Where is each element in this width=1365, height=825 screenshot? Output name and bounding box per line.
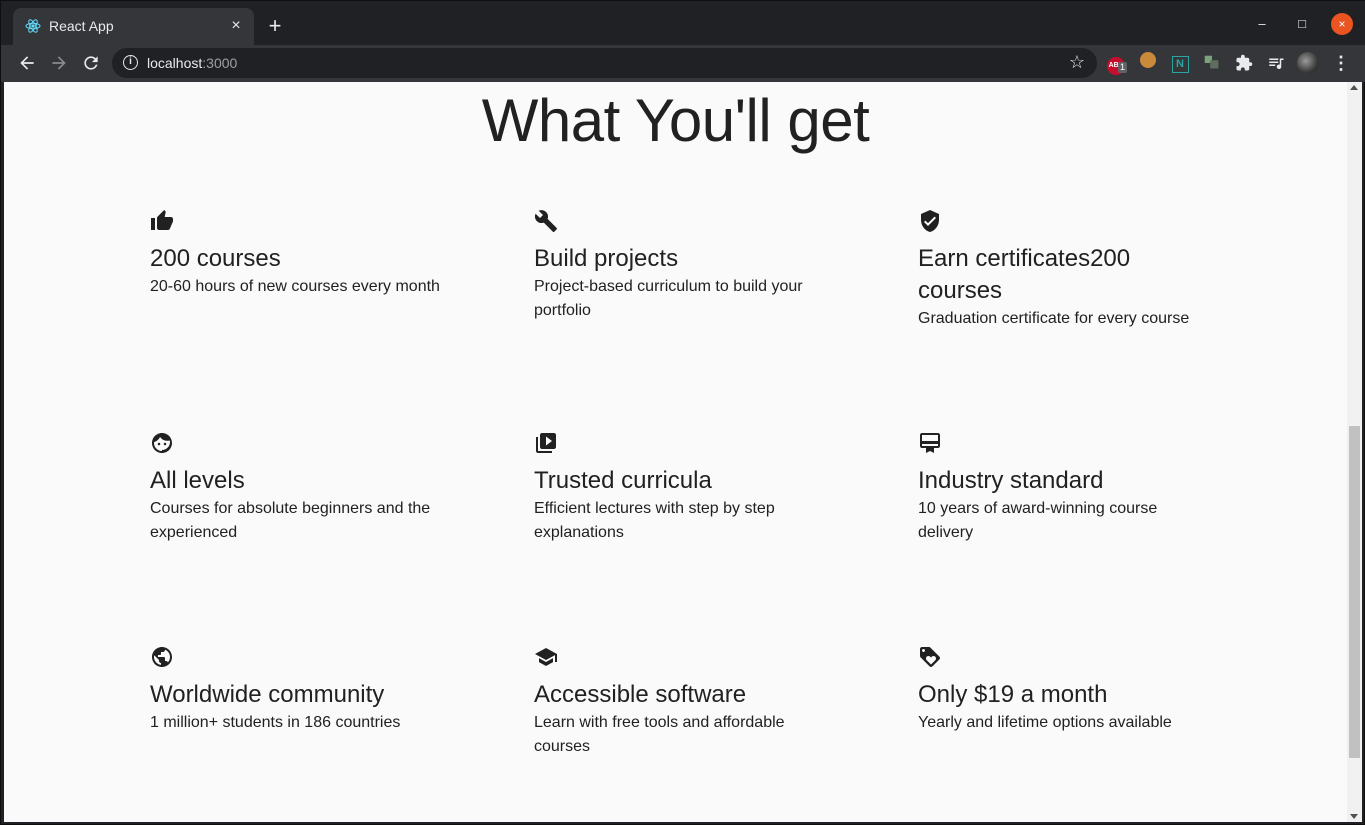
tab-title: React App [49,18,114,34]
feature-title: Earn certificates200 courses [918,245,1131,304]
media-queue-icon[interactable] [1265,52,1287,74]
feature-title: 200 courses [150,245,281,272]
school-icon [534,645,558,669]
feature-description: 10 years of award-winning course deliver… [918,500,1158,541]
n-extension-icon[interactable]: N [1169,52,1191,74]
feature-card: Earn certificates200 courses Graduation … [918,209,1208,331]
video-library-icon [534,431,558,455]
maximize-button[interactable]: □ [1291,13,1313,35]
feature-card: Only $19 a month Yearly and lifetime opt… [918,645,1208,735]
site-info-icon[interactable]: i [123,55,138,70]
adblock-extension-icon[interactable]: ABP 1 [1105,52,1128,75]
feature-card: 200 courses 20-60 hours of new courses e… [150,209,440,299]
profile-avatar[interactable] [1297,52,1319,74]
feature-title: Build projects [534,245,679,272]
page-viewport: What You'll get 200 courses 20-60 hours … [4,82,1362,822]
page-title: What You'll get [481,87,870,154]
feature-card: Industry standard 10 years of award-winn… [918,431,1208,545]
browser-toolbar: i localhost:3000 ☆ ABP 1 N ⋮ [1,45,1365,82]
browser-window: React App × + – □ × i localhost:3000 ☆ A… [0,0,1365,825]
forward-arrow-icon[interactable] [46,50,72,76]
feature-title: All levels [150,467,245,494]
feature-description: Project-based curriculum to build your p… [534,278,803,319]
feature-description: Graduation certificate for every course [918,310,1190,327]
child-face-icon [150,431,174,455]
feature-title: Industry standard [918,467,1104,494]
minimize-button[interactable]: – [1251,13,1273,35]
scrollbar-thumb[interactable] [1349,426,1360,758]
vertical-scrollbar[interactable] [1347,82,1362,822]
globe-icon [150,645,174,669]
wrench-icon [534,209,558,233]
verified-shield-icon [918,209,942,233]
s-extension-icon[interactable] [1201,52,1223,74]
feature-title: Trusted curricula [534,467,712,494]
back-arrow-icon[interactable] [14,50,40,76]
new-tab-button[interactable]: + [263,15,287,39]
scroll-down-arrow-icon[interactable] [1350,814,1358,819]
extensions-puzzle-icon[interactable] [1233,52,1255,74]
feature-title: Accessible software [534,681,747,708]
feature-card: Trusted curricula Efficient lectures wit… [534,431,824,545]
feature-card: All levels Courses for absolute beginner… [150,431,440,545]
tab-close-icon[interactable]: × [226,16,246,36]
feature-title: Only $19 a month [918,681,1108,708]
close-window-button[interactable]: × [1331,13,1353,35]
feature-description: Courses for absolute beginners and the e… [150,500,431,541]
cookie-extension-icon[interactable] [1137,52,1159,74]
feature-card: Worldwide community 1 million+ students … [150,645,440,735]
reload-icon[interactable] [78,50,104,76]
scroll-up-arrow-icon[interactable] [1350,85,1358,90]
address-bar[interactable]: i localhost:3000 ☆ [112,48,1097,78]
tab-react-app[interactable]: React App × [13,8,254,45]
url-text: localhost:3000 [147,55,238,71]
feature-description: Efficient lectures with step by step exp… [534,500,775,541]
feature-description: 20-60 hours of new courses every month [150,278,440,295]
feature-description: Learn with free tools and affordable cou… [534,714,785,755]
react-favicon-icon [25,18,41,34]
thumbs-up-icon [150,209,174,233]
card-membership-icon [918,431,942,455]
browser-menu-icon[interactable]: ⋮ [1331,52,1351,74]
price-tag-icon [918,645,942,669]
feature-card: Accessible software Learn with free tool… [534,645,824,759]
adblock-count-badge: 1 [1118,62,1128,73]
feature-description: 1 million+ students in 186 countries [150,714,401,731]
feature-description: Yearly and lifetime options available [918,714,1172,731]
bookmark-star-icon[interactable]: ☆ [1069,52,1085,73]
feature-card: Build projects Project-based curriculum … [534,209,824,323]
feature-title: Worldwide community [150,681,385,708]
tab-strip: React App × + – □ × [1,1,1365,45]
